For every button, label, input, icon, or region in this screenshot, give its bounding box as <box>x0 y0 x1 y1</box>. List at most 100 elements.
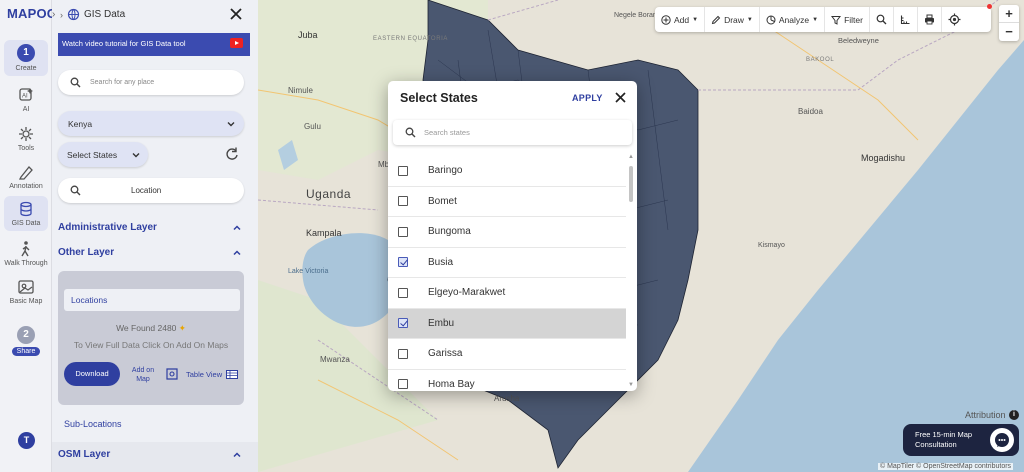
collapse-arrow-icon[interactable]: › <box>52 9 62 23</box>
map-copyright[interactable]: © MapTiler © OpenStreetMap contributors <box>878 463 1014 470</box>
sub-locations-item[interactable]: Sub-Locations <box>64 419 122 429</box>
close-icon[interactable] <box>228 6 244 22</box>
state-name: Bungoma <box>428 226 471 238</box>
select-states-modal: Select States APPLY Search states Baring… <box>388 81 637 391</box>
filter-button[interactable]: Filter <box>825 7 870 32</box>
tutorial-text: Watch video tutorial for GIS Data tool <box>62 39 186 48</box>
map-label-kampala: Kampala <box>306 228 342 238</box>
country-select[interactable]: Kenya <box>58 111 244 136</box>
analyze-icon <box>766 15 776 24</box>
add-icon <box>661 14 671 25</box>
add-menu-button[interactable]: Add ▼ <box>655 7 706 32</box>
state-row-elgeyo-marakwet[interactable]: Elgeyo-Marakwet <box>388 278 626 309</box>
measure-button[interactable] <box>894 7 918 32</box>
place-search-input[interactable]: Search for any place <box>58 70 244 95</box>
zoom-out-button[interactable]: − <box>999 23 1019 41</box>
state-row-garissa[interactable]: Garissa <box>388 339 626 370</box>
analyze-menu-button[interactable]: Analyze ▼ <box>760 7 826 32</box>
map-canvas[interactable]: Juba EASTERN EQUATORIA Nimule Gulu Ugand… <box>258 0 1024 472</box>
rail-item-ai[interactable]: AI AI <box>4 86 48 113</box>
apply-button[interactable]: APPLY <box>572 93 603 103</box>
chat-button[interactable] <box>990 428 1014 452</box>
panel-title: GIS Data <box>84 9 126 20</box>
osm-layer-header[interactable]: OSM Layer <box>58 449 110 460</box>
rail-item-label: AI <box>22 106 30 113</box>
state-row-homa-bay[interactable]: Homa Bay <box>388 370 626 392</box>
notification-dot <box>987 4 992 9</box>
scroll-down-icon[interactable]: ▼ <box>628 382 634 388</box>
tutorial-banner[interactable]: Watch video tutorial for GIS Data tool <box>58 33 250 56</box>
state-row-busia[interactable]: Busia <box>388 248 626 278</box>
state-checkbox[interactable] <box>398 379 408 390</box>
location-search-input[interactable]: Location <box>58 178 244 203</box>
caret-down-icon: ▼ <box>812 16 819 23</box>
rail-item-create[interactable]: 1 Create <box>4 40 48 76</box>
youtube-icon[interactable] <box>230 38 243 48</box>
rail-item-tools[interactable]: Tools <box>4 125 48 152</box>
avatar[interactable]: T <box>18 432 35 449</box>
rail-item-share[interactable]: 2 Share <box>4 326 48 356</box>
svg-text:AI: AI <box>22 94 28 100</box>
administrative-layer-header[interactable]: Administrative Layer <box>58 222 157 233</box>
state-checkbox[interactable] <box>398 165 408 176</box>
map-label-kismayo: Kismayo <box>758 242 785 249</box>
state-checkbox[interactable] <box>398 348 408 359</box>
chevron-up-icon[interactable] <box>232 248 242 258</box>
rail-item-walk-through[interactable]: Walk Through <box>4 240 48 267</box>
state-search-placeholder: Search states <box>424 128 470 137</box>
chevron-up-icon[interactable] <box>232 223 242 233</box>
refresh-icon[interactable] <box>222 144 242 164</box>
locations-field[interactable]: Locations <box>64 289 240 311</box>
scroll-up-icon[interactable]: ▲ <box>628 154 634 160</box>
full-data-hint: To View Full Data Click On Add On Maps <box>73 340 229 350</box>
map-toolbar: Add ▼ Draw ▼ Analyze ▼ Filter <box>655 7 991 32</box>
state-checkbox-checked[interactable] <box>398 318 408 329</box>
map-label-eastern-equatoria: EASTERN EQUATORIA <box>373 36 448 42</box>
state-checkbox-checked[interactable] <box>398 257 408 268</box>
state-name: Embu <box>428 317 455 329</box>
chevron-up-icon[interactable] <box>232 450 242 460</box>
close-icon[interactable] <box>614 91 627 104</box>
print-button[interactable] <box>918 7 942 32</box>
rail-item-annotation[interactable]: Annotation <box>4 163 48 190</box>
locate-button[interactable] <box>942 7 967 32</box>
state-row-bungoma[interactable]: Bungoma <box>388 217 626 248</box>
state-row-baringo[interactable]: Baringo <box>388 156 626 187</box>
state-checkbox[interactable] <box>398 226 408 237</box>
state-checkbox[interactable] <box>398 196 408 207</box>
info-icon[interactable]: i <box>1009 410 1019 420</box>
table-view-button[interactable]: Table View <box>186 370 222 379</box>
found-count: 2480 <box>157 323 177 333</box>
map-label-negele: Negele Boran <box>614 12 657 19</box>
table-view-icon[interactable] <box>166 368 178 380</box>
table-icon[interactable] <box>226 370 238 379</box>
state-name: Homa Bay <box>428 378 475 390</box>
state-row-embu[interactable]: Embu <box>388 308 626 339</box>
step-number: 1 <box>17 44 35 62</box>
map-label-baidoa: Baidoa <box>798 107 823 116</box>
rail-item-basic-map[interactable]: Basic Map <box>4 278 48 305</box>
list-scrollbar[interactable]: ▲ ▼ <box>628 154 634 390</box>
attribution-label[interactable]: Attribution <box>965 410 1006 420</box>
caret-down-icon: ▼ <box>692 16 699 23</box>
state-checkbox[interactable] <box>398 287 408 298</box>
download-button[interactable]: Download <box>64 362 120 386</box>
layer-card: Locations We Found 2480 ✦ To View Full D… <box>58 271 244 405</box>
scrollbar-thumb[interactable] <box>629 166 633 202</box>
state-name: Baringo <box>428 165 463 177</box>
found-count-text: We Found 2480 ✦ <box>58 323 244 334</box>
map-search-button[interactable] <box>870 7 894 32</box>
rail-item-gis-data[interactable]: GIS Data <box>4 196 48 231</box>
map-label-gulu: Gulu <box>304 122 321 131</box>
rail-item-label: GIS Data <box>11 220 41 227</box>
other-layer-header[interactable]: Other Layer <box>58 247 114 258</box>
select-states-button[interactable]: Select States <box>58 142 148 167</box>
state-search-input[interactable]: Search states <box>393 120 632 145</box>
map-label-beledweyne: Beledweyne <box>838 36 879 45</box>
left-rail: MAPOG 1 Create AI AI Tools Annotation GI… <box>0 0 57 472</box>
zoom-in-button[interactable]: + <box>999 5 1019 23</box>
rail-item-label: Annotation <box>9 183 43 190</box>
add-on-map-button[interactable]: Add on Map <box>126 366 160 384</box>
draw-menu-button[interactable]: Draw ▼ <box>705 7 760 32</box>
state-row-bomet[interactable]: Bomet <box>388 187 626 217</box>
